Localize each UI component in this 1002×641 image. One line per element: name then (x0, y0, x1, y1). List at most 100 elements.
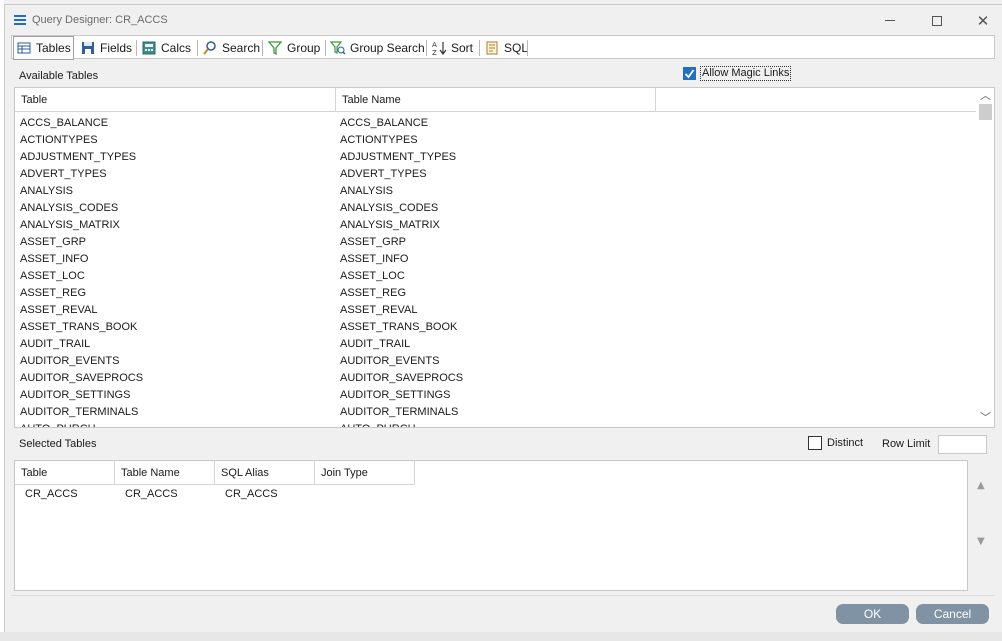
allow-magic-links-checkbox[interactable]: Allow Magic Links (683, 66, 792, 81)
toolbar-separator (426, 40, 427, 56)
table-row[interactable]: AUDITOR_SETTINGS AUDITOR_SETTINGS (15, 386, 975, 403)
funnel-icon (267, 40, 283, 56)
table-row[interactable]: AUDITOR_TERMINALS AUDITOR_TERMINALS (15, 403, 975, 420)
tab-search-label: Search (222, 41, 261, 55)
maximize-icon (932, 15, 942, 26)
table-row[interactable]: AUDIT_TRAIL AUDIT_TRAIL (15, 335, 975, 352)
available-grid-header: Table Table Name (15, 88, 976, 112)
table-name-cell: AUDITOR_SETTINGS (340, 388, 451, 401)
table-cell: ASSET_GRP (20, 235, 87, 248)
toolbar-separator (197, 40, 198, 56)
toolbar-separator (136, 40, 137, 56)
column-header-table-name[interactable]: Table Name (115, 461, 215, 485)
designer-toolbar: Tables Fields Calcs Search Group Group S… (11, 35, 995, 60)
table-cell: ADJUSTMENT_TYPES (20, 150, 137, 163)
selected-tables-bar: Selected Tables Distinct Row Limit (14, 432, 995, 456)
table-row[interactable]: AUDITOR_EVENTS AUDITOR_EVENTS (15, 352, 975, 369)
table-cell: ACCS_BALANCE (20, 116, 109, 129)
close-button[interactable]: ✕ (960, 5, 1002, 36)
tab-group[interactable]: Group (265, 38, 320, 58)
table-row[interactable]: ASSET_TRANS_BOOK ASSET_TRANS_BOOK (15, 318, 975, 335)
table-row[interactable]: AUDITOR_SAVEPROCS AUDITOR_SAVEPROCS (15, 369, 975, 386)
checkmark-icon (684, 69, 695, 79)
column-header-table-name[interactable]: Table Name (336, 88, 656, 112)
table-row[interactable]: ASSET_REG ASSET_REG (15, 284, 975, 301)
selected-cell-table-name: CR_ACCS (125, 487, 178, 500)
cancel-button[interactable]: Cancel (916, 604, 989, 624)
column-header-sql-alias[interactable]: SQL Alias (215, 461, 315, 485)
move-up-icon[interactable]: ▲ (977, 480, 985, 491)
row-limit-input[interactable] (938, 435, 987, 454)
table-name-cell: AUDITOR_SAVEPROCS (340, 371, 464, 384)
toolbar-separator (262, 40, 263, 56)
table-row[interactable]: ASSET_INFO ASSET_INFO (15, 250, 975, 267)
move-down-icon[interactable]: ▼ (977, 536, 985, 547)
distinct-box[interactable] (808, 436, 822, 450)
table-cell: ADVERT_TYPES (20, 167, 107, 180)
vertical-scrollbar[interactable]: ︿ ﹀ (977, 88, 994, 427)
column-header-table[interactable]: Table (15, 88, 336, 112)
tab-fields[interactable]: Fields (78, 38, 132, 58)
table-cell: ASSET_INFO (20, 252, 89, 265)
scroll-down-icon[interactable]: ﹀ (977, 410, 994, 426)
row-limit-label: Row Limit (882, 438, 931, 450)
table-row[interactable]: CR_ACCS CR_ACCS CR_ACCS (15, 485, 415, 502)
table-name-cell: ASSET_INFO (340, 252, 409, 265)
allow-magic-links-box[interactable] (683, 67, 696, 80)
table-cell: ASSET_REG (20, 286, 87, 299)
tab-sort[interactable]: AZ Sort (429, 38, 473, 58)
table-name-cell: ASSET_REG (340, 286, 407, 299)
selected-tables-grid[interactable]: Table Table Name SQL Alias Join Type CR_… (14, 460, 968, 591)
table-row[interactable]: ASSET_GRP ASSET_GRP (15, 233, 975, 250)
table-row[interactable]: AUTO_PURCHAUTO_PURCH (15, 420, 975, 428)
sql-script-icon (484, 40, 500, 56)
toolbar-separator (325, 40, 326, 56)
tab-calcs-label: Calcs (161, 41, 192, 55)
tab-sql-label: SQL (504, 41, 529, 55)
tab-group-label: Group (287, 41, 321, 55)
window-title: Query Designer: CR_ACCS (32, 14, 168, 26)
selected-cell-table: CR_ACCS (25, 487, 78, 500)
table-row[interactable]: ANALYSIS ANALYSIS (15, 182, 975, 199)
column-header-join-type[interactable]: Join Type (315, 461, 415, 485)
table-row[interactable]: ACCS_BALANCE ACCS_BALANCE (15, 114, 975, 131)
distinct-checkbox[interactable]: Distinct (808, 436, 863, 450)
tab-sql[interactable]: SQL (482, 38, 528, 58)
tab-tables-label: Tables (36, 41, 71, 55)
table-name-cell: ASSET_TRANS_BOOK (340, 320, 458, 333)
table-name-cell: AUDITOR_EVENTS (340, 354, 440, 367)
svg-text:Z: Z (432, 49, 437, 56)
floppy-disk-icon (80, 40, 96, 56)
available-tables-grid[interactable]: Table Table Name ACCS_BALANCE ACCS_BALANC… (14, 87, 995, 428)
available-rows: ACCS_BALANCE ACCS_BALANCE ACTIONTYPES ACTIO… (15, 114, 975, 428)
ok-button[interactable]: OK (836, 604, 909, 624)
table-name-cell: ACCS_BALANCE (340, 116, 429, 129)
table-row[interactable]: ADVERT_TYPES ADVERT_TYPES (15, 165, 975, 182)
menu-icon[interactable] (14, 15, 26, 25)
tab-search[interactable]: Search (200, 38, 260, 58)
table-cell: AUDITOR_SAVEPROCS (20, 371, 144, 384)
table-row[interactable]: ANALYSIS_MATRIX ANALYSIS_MATRIX (15, 216, 975, 233)
table-row[interactable]: ANALYSIS_CODES ANALYSIS_CODES (15, 199, 975, 216)
table-row[interactable]: ASSET_REVAL ASSET_REVAL (15, 301, 975, 318)
table-row[interactable]: ASSET_LOC ASSET_LOC (15, 267, 975, 284)
maximize-button[interactable] (914, 5, 960, 36)
minimize-button[interactable] (867, 5, 913, 36)
table-name-cell: ASSET_REVAL (340, 303, 418, 316)
table-row[interactable]: ADJUSTMENT_TYPES ADJUSTMENT_TYPES (15, 148, 975, 165)
table-name-cell: AUDIT_TRAIL (340, 337, 411, 350)
tab-group-search[interactable]: Group Search (328, 38, 425, 58)
minimize-icon (885, 20, 895, 21)
tab-tables[interactable]: Tables (13, 36, 74, 60)
column-header-table[interactable]: Table (15, 461, 115, 485)
table-cell: AUDITOR_EVENTS (20, 354, 120, 367)
scroll-up-icon[interactable]: ︿ (977, 88, 994, 104)
table-row[interactable]: ACTIONTYPES ACTIONTYPES (15, 131, 975, 148)
title-bar: Query Designer: CR_ACCS ✕ (5, 5, 1002, 36)
scrollbar-thumb[interactable] (979, 104, 992, 120)
footer-divider (11, 595, 995, 596)
tab-calcs[interactable]: Calcs (139, 38, 191, 58)
close-icon: ✕ (976, 11, 990, 30)
reorder-panel: ▲ ▼ (968, 460, 995, 591)
table-name-cell: ADJUSTMENT_TYPES (340, 150, 457, 163)
